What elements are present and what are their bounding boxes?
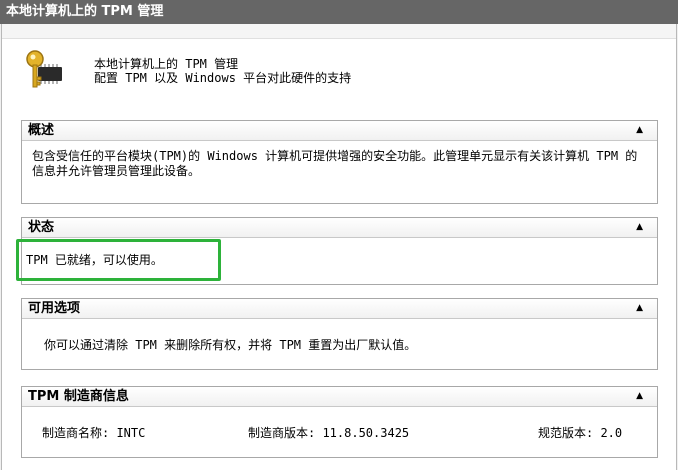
status-header[interactable]: 状态 ▲ <box>22 218 657 238</box>
spec-version: 规范版本: 2.0 <box>538 426 623 440</box>
manufacturer-name: 制造商名称: INTC <box>42 426 146 440</box>
options-text: 你可以通过清除 TPM 来删除所有权，并将 TPM 重置为出厂默认值。 <box>44 338 417 352</box>
options-section: 可用选项 ▲ 你可以通过清除 TPM 来删除所有权，并将 TPM 重置为出厂默认… <box>21 298 658 370</box>
options-heading: 可用选项 <box>28 301 81 316</box>
collapse-arrow-icon[interactable]: ▲ <box>636 121 643 140</box>
manufacturer-heading: TPM 制造商信息 <box>28 389 129 404</box>
key-chip-icon <box>24 49 66 91</box>
overview-heading: 概述 <box>28 123 55 138</box>
window-title: 本地计算机上的 TPM 管理 <box>0 0 678 24</box>
overview-section: 概述 ▲ 包含受信任的平台模块(TPM)的 Windows 计算机可提供增强的安… <box>21 120 658 204</box>
overview-header[interactable]: 概述 ▲ <box>22 121 657 141</box>
status-heading: 状态 <box>28 220 55 235</box>
collapse-arrow-icon[interactable]: ▲ <box>636 299 643 318</box>
collapse-arrow-icon[interactable]: ▲ <box>636 387 643 406</box>
status-highlight-box <box>16 239 221 281</box>
header-band <box>2 24 676 39</box>
options-header[interactable]: 可用选项 ▲ <box>22 299 657 319</box>
collapse-arrow-icon[interactable]: ▲ <box>636 218 643 237</box>
manufacturer-section: TPM 制造商信息 ▲ 制造商名称: INTC 制造商版本: 11.8.50.3… <box>21 386 658 458</box>
intro-subtitle: 配置 TPM 以及 Windows 平台对此硬件的支持 <box>94 71 352 85</box>
manufacturer-version: 制造商版本: 11.8.50.3425 <box>248 426 410 440</box>
overview-text: 包含受信任的平台模块(TPM)的 Windows 计算机可提供增强的安全功能。此… <box>32 149 638 178</box>
manufacturer-header[interactable]: TPM 制造商信息 ▲ <box>22 387 657 407</box>
